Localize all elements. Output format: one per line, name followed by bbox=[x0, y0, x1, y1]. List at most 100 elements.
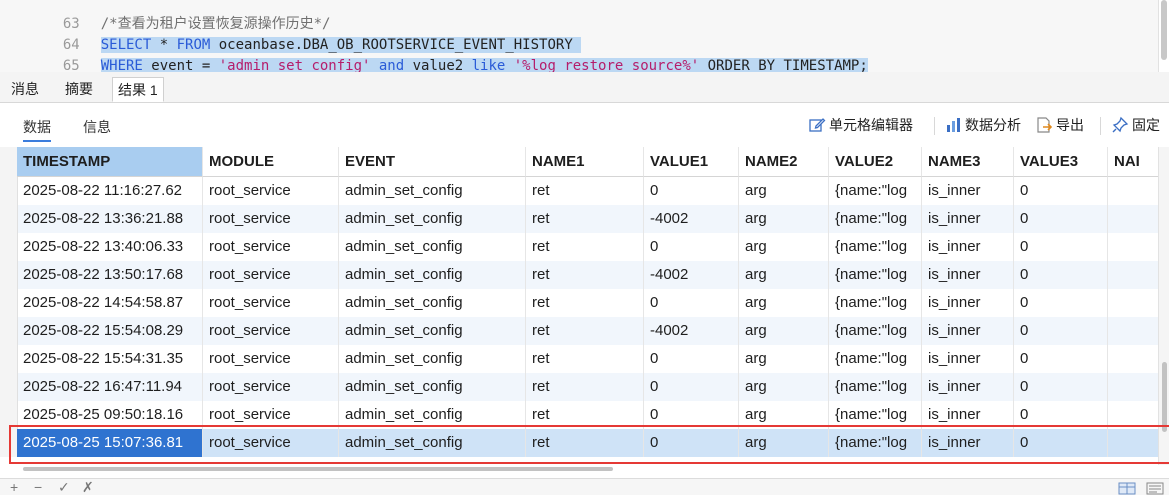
tab-summary[interactable]: 摘要 bbox=[60, 77, 98, 102]
editor-scrollbar[interactable] bbox=[1158, 0, 1169, 72]
cell-event[interactable]: admin_set_config bbox=[339, 345, 526, 373]
cell-name1[interactable]: ret bbox=[526, 345, 644, 373]
cell-event[interactable]: admin_set_config bbox=[339, 177, 526, 205]
table-row[interactable]: 2025-08-22 16:47:11.94 root_service admin_… bbox=[0, 373, 1158, 401]
grid-view-icon[interactable] bbox=[1118, 482, 1136, 495]
cell-value2[interactable]: {name:"log bbox=[829, 205, 922, 233]
row-header[interactable] bbox=[0, 177, 18, 205]
column-header-event[interactable]: EVENT bbox=[339, 147, 526, 177]
cell-value3[interactable]: 0 bbox=[1014, 401, 1108, 429]
cell-event[interactable]: admin_set_config bbox=[339, 317, 526, 345]
tab-messages[interactable]: 消息 bbox=[6, 77, 44, 102]
cell-module[interactable]: root_service bbox=[203, 289, 339, 317]
subtab-info[interactable]: 信息 bbox=[83, 117, 111, 137]
cell-event[interactable]: admin_set_config bbox=[339, 289, 526, 317]
table-row[interactable]: 2025-08-22 15:54:08.29 root_service admin_… bbox=[0, 317, 1158, 345]
cell-value3[interactable]: 0 bbox=[1014, 233, 1108, 261]
row-header[interactable] bbox=[0, 429, 18, 457]
cell-name2[interactable]: arg bbox=[739, 373, 829, 401]
cell-name3[interactable]: is_inner bbox=[922, 401, 1014, 429]
row-header[interactable] bbox=[0, 401, 18, 429]
cell-timestamp[interactable]: 2025-08-22 16:47:11.94 bbox=[17, 373, 203, 401]
cell-value3[interactable]: 0 bbox=[1014, 261, 1108, 289]
cell-editor-button[interactable]: 单元格编辑器 bbox=[808, 115, 913, 135]
column-header-module[interactable]: MODULE bbox=[203, 147, 339, 177]
cell-timestamp[interactable]: 2025-08-22 13:50:17.68 bbox=[17, 261, 203, 289]
table-row[interactable]: 2025-08-25 15:07:36.81 root_service admin_… bbox=[0, 429, 1158, 457]
cell-value1[interactable]: -4002 bbox=[644, 261, 739, 289]
cell-event[interactable]: admin_set_config bbox=[339, 205, 526, 233]
cell-value3[interactable]: 0 bbox=[1014, 205, 1108, 233]
cell-value2[interactable]: {name:"log bbox=[829, 401, 922, 429]
column-header-timestamp[interactable]: TIMESTAMP bbox=[17, 147, 203, 177]
cell-name2[interactable]: arg bbox=[739, 345, 829, 373]
row-header[interactable] bbox=[0, 373, 18, 401]
table-row[interactable]: 2025-08-22 13:40:06.33 root_service admin_… bbox=[0, 233, 1158, 261]
cell-name4[interactable] bbox=[1108, 373, 1158, 401]
apply-icon[interactable]: ✓ bbox=[58, 479, 70, 496]
cell-value1[interactable]: -4002 bbox=[644, 205, 739, 233]
cell-timestamp[interactable]: 2025-08-22 14:54:58.87 bbox=[17, 289, 203, 317]
sql-editor[interactable]: 63/*查看为租户设置恢复源操作历史*/ 64 SELECT * FROM oce… bbox=[0, 0, 1158, 72]
column-header-name3[interactable]: NAME3 bbox=[922, 147, 1014, 177]
cell-timestamp[interactable]: 2025-08-25 09:50:18.16 bbox=[17, 401, 203, 429]
column-header-value1[interactable]: VALUE1 bbox=[644, 147, 739, 177]
form-view-icon[interactable] bbox=[1146, 482, 1164, 495]
cell-name4[interactable] bbox=[1108, 233, 1158, 261]
editor-scroll-thumb[interactable] bbox=[1161, 0, 1167, 60]
cell-name1[interactable]: ret bbox=[526, 373, 644, 401]
column-header-value3[interactable]: VALUE3 bbox=[1014, 147, 1108, 177]
cell-name2[interactable]: arg bbox=[739, 429, 829, 457]
cell-name4[interactable] bbox=[1108, 177, 1158, 205]
grid-horizontal-scrollbar[interactable] bbox=[17, 465, 1158, 474]
cell-name4[interactable] bbox=[1108, 289, 1158, 317]
table-row[interactable]: 2025-08-22 13:50:17.68 root_service admin_… bbox=[0, 261, 1158, 289]
cell-value2[interactable]: {name:"log bbox=[829, 233, 922, 261]
cell-name4[interactable] bbox=[1108, 317, 1158, 345]
cell-value1[interactable]: 0 bbox=[644, 289, 739, 317]
result-grid[interactable]: TIMESTAMP MODULE EVENT NAME1 VALUE1 NAME… bbox=[0, 147, 1158, 465]
cell-name3[interactable]: is_inner bbox=[922, 429, 1014, 457]
cell-value1[interactable]: -4002 bbox=[644, 317, 739, 345]
cell-name3[interactable]: is_inner bbox=[922, 317, 1014, 345]
cell-value1[interactable]: 0 bbox=[644, 401, 739, 429]
grid-hscroll-thumb[interactable] bbox=[23, 467, 613, 471]
cell-name2[interactable]: arg bbox=[739, 233, 829, 261]
cell-value2[interactable]: {name:"log bbox=[829, 289, 922, 317]
cell-event[interactable]: admin_set_config bbox=[339, 373, 526, 401]
row-header[interactable] bbox=[0, 345, 18, 373]
cell-value1[interactable]: 0 bbox=[644, 177, 739, 205]
cell-name2[interactable]: arg bbox=[739, 177, 829, 205]
cell-module[interactable]: root_service bbox=[203, 261, 339, 289]
cell-name3[interactable]: is_inner bbox=[922, 345, 1014, 373]
cell-value2[interactable]: {name:"log bbox=[829, 429, 922, 457]
column-header-name4[interactable]: NAI bbox=[1108, 147, 1158, 177]
table-row[interactable]: 2025-08-22 15:54:31.35 root_service admin_… bbox=[0, 345, 1158, 373]
cell-name1[interactable]: ret bbox=[526, 289, 644, 317]
cell-value3[interactable]: 0 bbox=[1014, 317, 1108, 345]
cell-name1[interactable]: ret bbox=[526, 401, 644, 429]
cell-name2[interactable]: arg bbox=[739, 289, 829, 317]
cell-module[interactable]: root_service bbox=[203, 317, 339, 345]
pin-button[interactable]: 固定 bbox=[1111, 115, 1160, 135]
cell-name3[interactable]: is_inner bbox=[922, 261, 1014, 289]
cell-module[interactable]: root_service bbox=[203, 205, 339, 233]
cell-timestamp[interactable]: 2025-08-22 15:54:31.35 bbox=[17, 345, 203, 373]
row-header[interactable] bbox=[0, 205, 18, 233]
cell-value3[interactable]: 0 bbox=[1014, 289, 1108, 317]
data-analysis-button[interactable]: 数据分析 bbox=[944, 115, 1021, 135]
cell-event[interactable]: admin_set_config bbox=[339, 401, 526, 429]
cell-name4[interactable] bbox=[1108, 401, 1158, 429]
cell-name4[interactable] bbox=[1108, 205, 1158, 233]
cell-value3[interactable]: 0 bbox=[1014, 429, 1108, 457]
cell-timestamp[interactable]: 2025-08-22 11:16:27.62 bbox=[17, 177, 203, 205]
cell-value2[interactable]: {name:"log bbox=[829, 261, 922, 289]
cell-name3[interactable]: is_inner bbox=[922, 205, 1014, 233]
cell-module[interactable]: root_service bbox=[203, 401, 339, 429]
cell-name1[interactable]: ret bbox=[526, 261, 644, 289]
cell-name3[interactable]: is_inner bbox=[922, 289, 1014, 317]
cell-event[interactable]: admin_set_config bbox=[339, 261, 526, 289]
table-row[interactable]: 2025-08-25 09:50:18.16 root_service admin_… bbox=[0, 401, 1158, 429]
cell-value3[interactable]: 0 bbox=[1014, 345, 1108, 373]
cell-module[interactable]: root_service bbox=[203, 233, 339, 261]
